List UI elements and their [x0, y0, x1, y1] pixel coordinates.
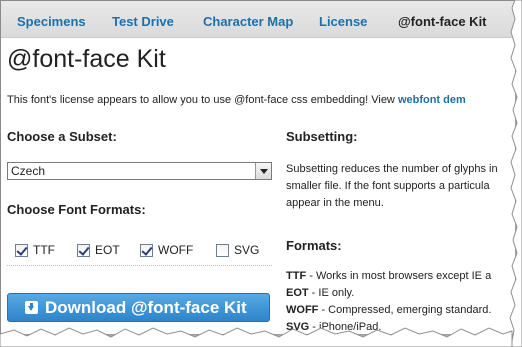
- format-label: SVG: [234, 243, 260, 257]
- download-icon: [25, 301, 38, 314]
- subset-select[interactable]: Czech: [7, 162, 272, 180]
- format-label: TTF: [33, 243, 55, 257]
- format-options: TTF EOT WOFF SVG: [7, 237, 272, 266]
- download-kit-button[interactable]: Download @font-face Kit: [7, 293, 270, 322]
- page-title: @font-face Kit: [7, 45, 166, 73]
- tab-test-drive[interactable]: Test Drive: [112, 14, 174, 29]
- format-option-svg[interactable]: SVG: [216, 243, 259, 257]
- tab-bar: Specimens Test Drive Character Map Licen…: [1, 1, 515, 38]
- format-desc-svg: SVG - iPhone/iPad.: [286, 321, 382, 333]
- format-desc-woff: WOFF - Compressed, emerging standard.: [286, 304, 492, 316]
- webfont-demo-link[interactable]: webfont dem: [398, 94, 466, 106]
- format-desc-eot: EOT - IE only.: [286, 287, 355, 299]
- subsetting-line: Subsetting reduces the number of glyphs …: [286, 163, 498, 175]
- format-option-ttf[interactable]: TTF: [15, 243, 55, 257]
- tab-character-map[interactable]: Character Map: [203, 14, 293, 29]
- license-notice: This font's license appears to allow you…: [7, 94, 466, 106]
- formats-description: TTF - Works in most browsers except IE a…: [286, 268, 491, 334]
- font-formats-heading: Choose Font Formats:: [7, 202, 146, 217]
- format-option-eot[interactable]: EOT: [77, 243, 120, 257]
- format-option-woff[interactable]: WOFF: [140, 243, 193, 257]
- tab-font-face-kit[interactable]: @font-face Kit: [398, 14, 487, 29]
- dropdown-arrow-icon[interactable]: [255, 163, 271, 179]
- browser-frame: Specimens Test Drive Character Map Licen…: [0, 0, 515, 334]
- svg-checkbox[interactable]: [216, 243, 229, 257]
- subset-heading: Choose a Subset:: [7, 129, 117, 144]
- ttf-checkbox[interactable]: [15, 243, 28, 257]
- formats-heading: Formats:: [286, 238, 342, 253]
- tab-license[interactable]: License: [319, 14, 367, 29]
- divider: [7, 265, 272, 266]
- subsetting-description: Subsetting reduces the number of glyphs …: [286, 161, 498, 212]
- woff-checkbox[interactable]: [140, 243, 153, 257]
- format-label: EOT: [95, 243, 120, 257]
- format-label: WOFF: [158, 243, 194, 257]
- subsetting-heading: Subsetting:: [286, 129, 358, 144]
- eot-checkbox[interactable]: [77, 243, 90, 257]
- download-button-label: Download @font-face Kit: [45, 297, 247, 317]
- tab-specimens[interactable]: Specimens: [17, 14, 86, 29]
- subsetting-line: smaller file. If the font supports a par…: [286, 180, 490, 192]
- license-text: This font's license appears to allow you…: [7, 94, 398, 106]
- subset-selected-value: Czech: [11, 164, 46, 178]
- subsetting-line: appear in the menu.: [286, 197, 384, 209]
- format-desc-ttf: TTF - Works in most browsers except IE a: [286, 270, 492, 282]
